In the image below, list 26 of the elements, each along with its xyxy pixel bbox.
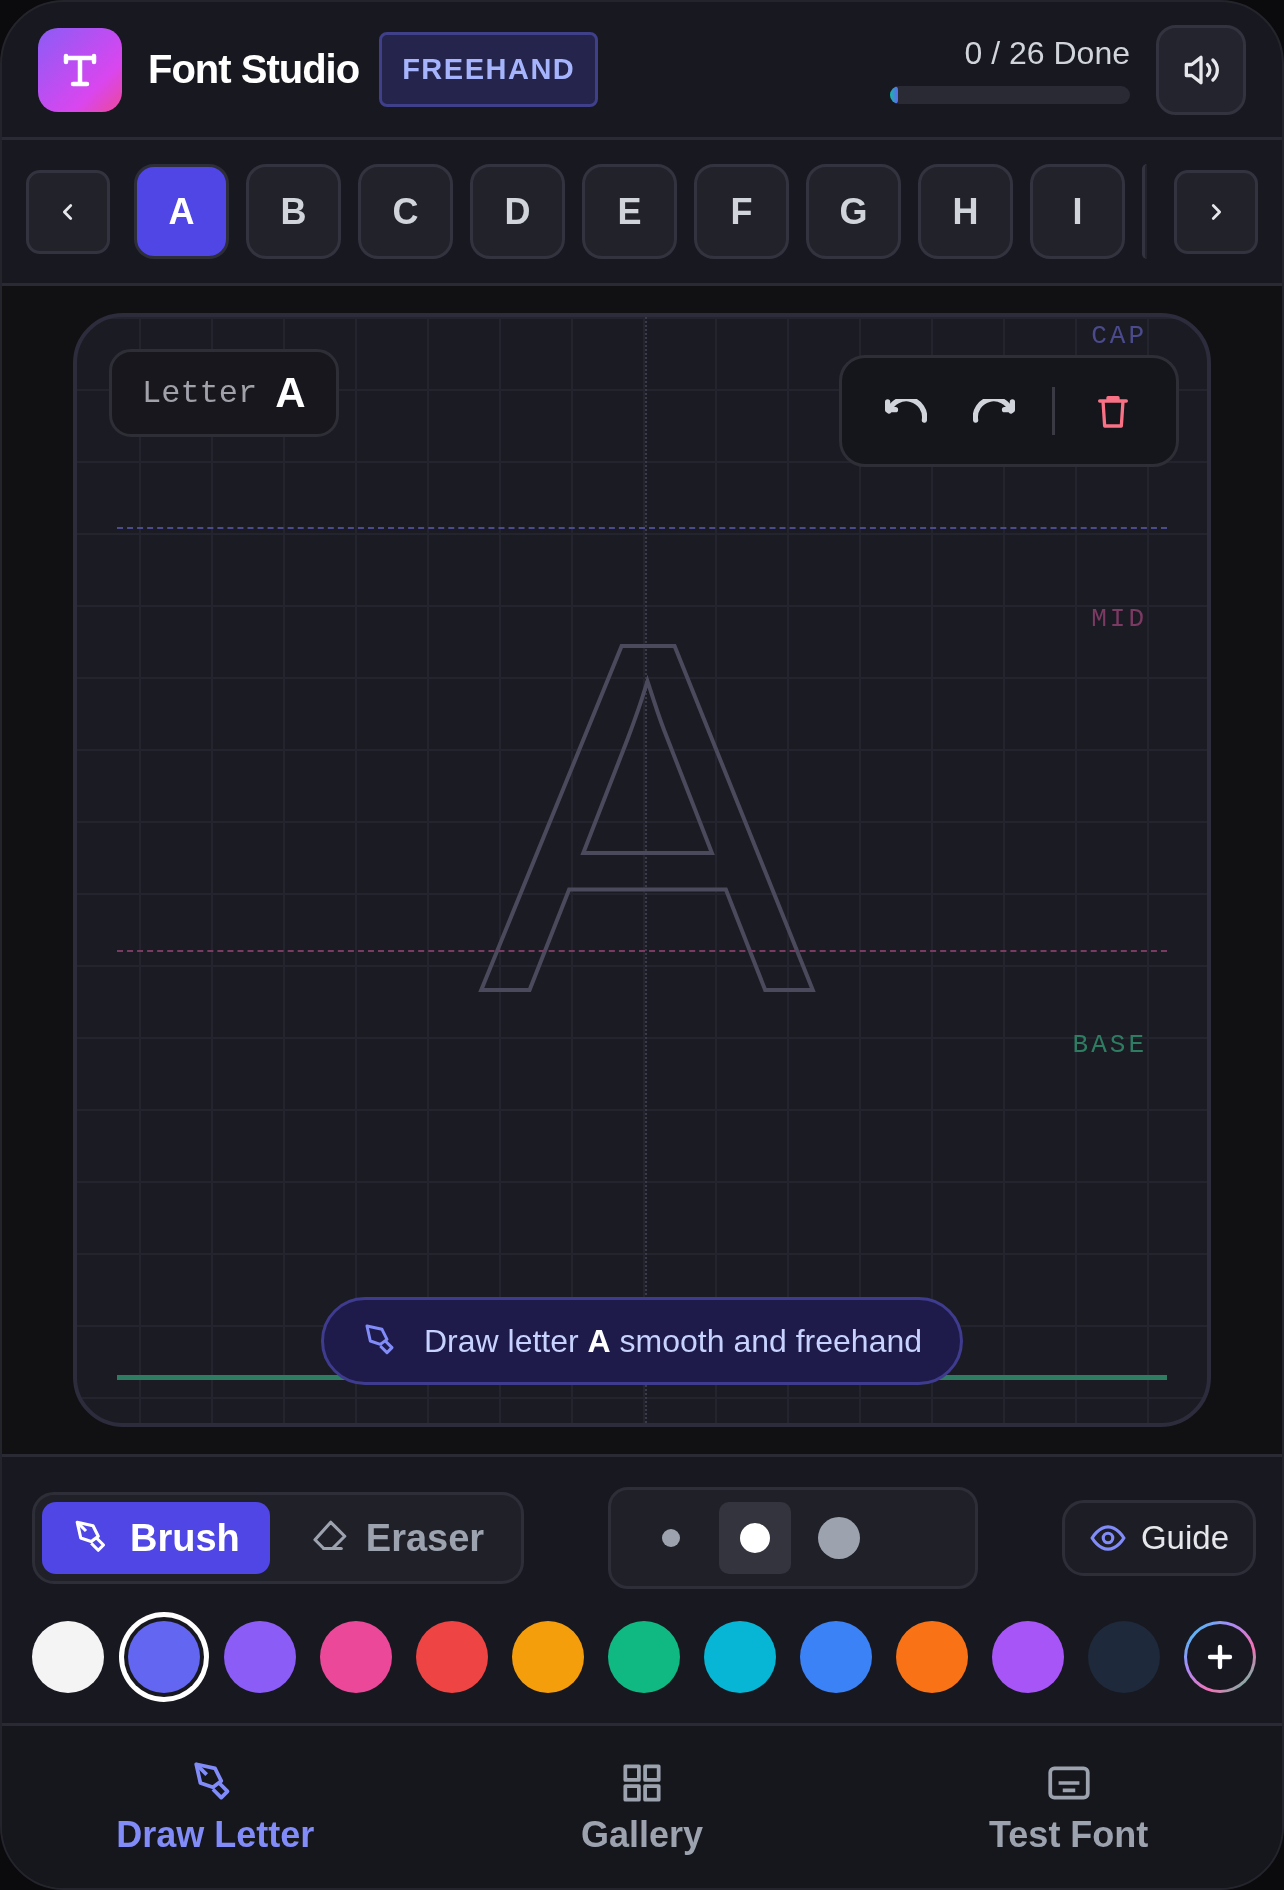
letter-tab[interactable]: B (246, 164, 341, 259)
guide-label: MID (1091, 604, 1147, 634)
app-title: Font Studio (148, 47, 360, 92)
guide-letter: A (480, 567, 814, 1067)
letter-tab[interactable]: C (358, 164, 453, 259)
letter-tab[interactable]: G (806, 164, 901, 259)
current-letter: A (275, 369, 306, 417)
tool-tab[interactable]: Brush (42, 1502, 270, 1574)
progress-label: 0 / 26 Done (964, 35, 1130, 72)
nav-tab[interactable]: Test Font (855, 1726, 1282, 1888)
nav-tab[interactable]: Gallery (428, 1726, 856, 1888)
guide-toggle[interactable]: Guide (1061, 1500, 1256, 1576)
letter-tab[interactable]: F (694, 164, 789, 259)
letter-tab[interactable]: D (470, 164, 565, 259)
guide-label: CAP (1091, 321, 1147, 351)
nav-tab[interactable]: Draw Letter (2, 1726, 429, 1888)
tool-tab[interactable]: Eraser (277, 1502, 515, 1574)
letter-chip-label: Letter (142, 374, 258, 412)
guide-label: BASE (1072, 1030, 1147, 1060)
mode-badge: FREEHAND (379, 32, 599, 107)
drawing-canvas[interactable]: A CAP MID BASE Letter A Draw letter A smooth and freehand (73, 313, 1211, 1427)
letter-tab[interactable]: I (1030, 164, 1125, 259)
hint-text: Draw letter A smooth and freehand (424, 1322, 922, 1360)
letter-tab[interactable]: H (918, 164, 1013, 259)
letter-tab[interactable]: E (582, 164, 677, 259)
letter-tab[interactable]: A (134, 164, 229, 259)
